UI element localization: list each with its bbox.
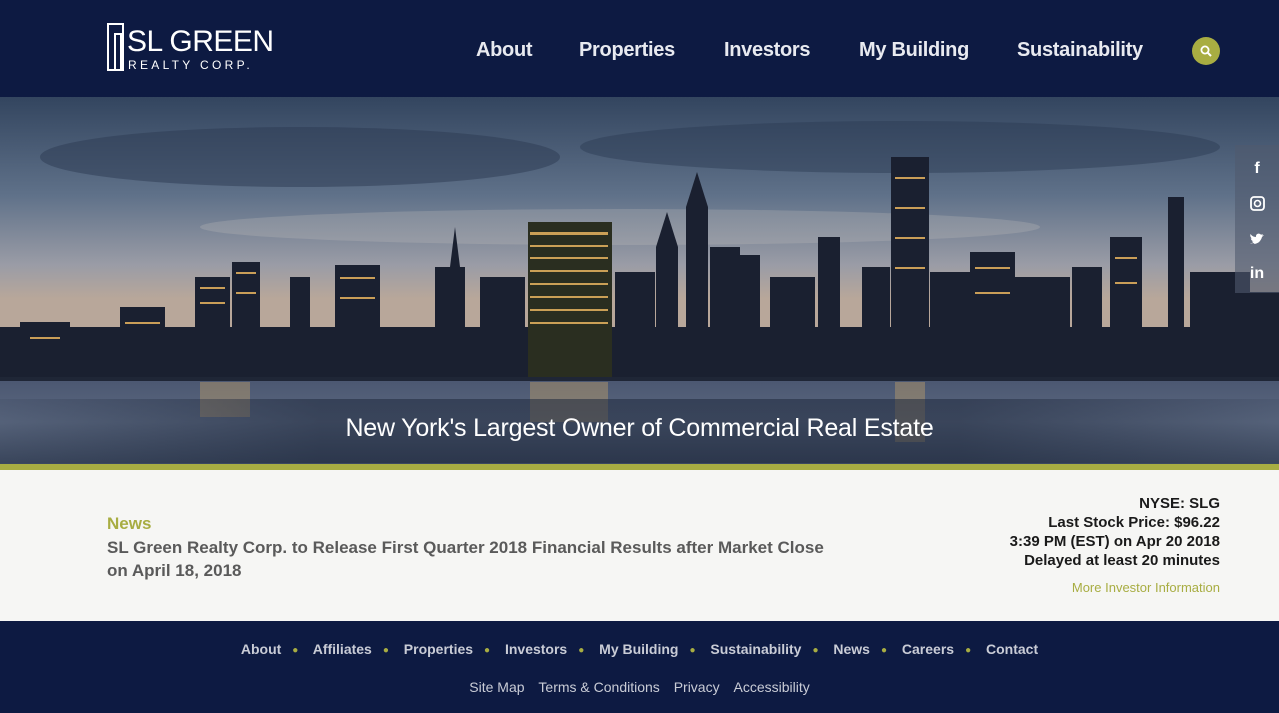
footer-link-investors[interactable]: Investors (505, 641, 567, 657)
separator-dot: ● (484, 645, 491, 656)
separator-dot: ● (292, 645, 299, 656)
footer-link-accessibility[interactable]: Accessibility (733, 679, 809, 695)
footer-link-contact[interactable]: Contact (986, 641, 1038, 657)
nav-my-building[interactable]: My Building (859, 38, 969, 62)
site-header: SL GREEN REALTY CORP. About Properties I… (0, 0, 1279, 97)
stock-info: NYSE: SLG Last Stock Price: $96.22 3:39 … (1010, 494, 1220, 570)
separator-dot: ● (689, 645, 696, 656)
hero-banner: New York's Largest Owner of Commercial R… (0, 97, 1279, 467)
nav-sustainability[interactable]: Sustainability (1017, 38, 1143, 62)
news-section: News SL Green Realty Corp. to Release Fi… (0, 470, 1279, 621)
search-button[interactable] (1192, 37, 1220, 65)
footer-link-careers[interactable]: Careers (902, 641, 954, 657)
main-nav: About Properties Investors My Building S… (0, 38, 1279, 62)
instagram-icon[interactable] (1235, 186, 1279, 222)
footer-link-terms[interactable]: Terms & Conditions (538, 679, 659, 695)
separator-dot: ● (965, 645, 972, 656)
news-label: News (107, 514, 152, 533)
separator-dot: ● (880, 645, 888, 656)
separator-dot: ● (812, 645, 819, 656)
hero-caption: New York's Largest Owner of Commercial R… (345, 414, 934, 442)
stock-exchange: NYSE: SLG (1139, 495, 1220, 512)
footer-link-about[interactable]: About (241, 641, 281, 657)
footer-link-site-map[interactable]: Site Map (469, 679, 524, 695)
footer-link-news[interactable]: News (833, 641, 870, 657)
nav-about[interactable]: About (476, 38, 533, 62)
footer-link-sustainability[interactable]: Sustainability (710, 641, 801, 657)
footer-nav: About ● Affiliates ● Properties ● Investors… (0, 641, 1279, 657)
social-sidebar: f in (1235, 145, 1279, 293)
site-footer: About ● Affiliates ● Properties ● Investors… (0, 621, 1279, 713)
more-investor-info-link[interactable]: More Investor Information (1072, 580, 1220, 595)
footer-link-affiliates[interactable]: Affiliates (313, 641, 372, 657)
twitter-icon[interactable] (1235, 221, 1279, 257)
separator-dot: ● (382, 645, 389, 656)
search-icon (1200, 45, 1212, 57)
footer-legal: Site Map Terms & Conditions Privacy Acce… (0, 679, 1279, 695)
nav-properties[interactable]: Properties (579, 38, 675, 62)
stock-delay: Delayed at least 20 minutes (1024, 552, 1220, 569)
linkedin-icon[interactable]: in (1235, 256, 1279, 292)
stock-time: 3:39 PM (EST) on Apr 20 2018 (1009, 533, 1220, 550)
footer-link-properties[interactable]: Properties (404, 641, 473, 657)
facebook-icon[interactable]: f (1235, 151, 1279, 187)
stock-price: Last Stock Price: $96.22 (1048, 514, 1220, 531)
nav-investors[interactable]: Investors (724, 38, 811, 62)
news-headline-link[interactable]: SL Green Realty Corp. to Release First Q… (107, 536, 847, 582)
footer-link-privacy[interactable]: Privacy (674, 679, 720, 695)
separator-dot: ● (578, 645, 585, 656)
footer-link-my-building[interactable]: My Building (599, 641, 678, 657)
